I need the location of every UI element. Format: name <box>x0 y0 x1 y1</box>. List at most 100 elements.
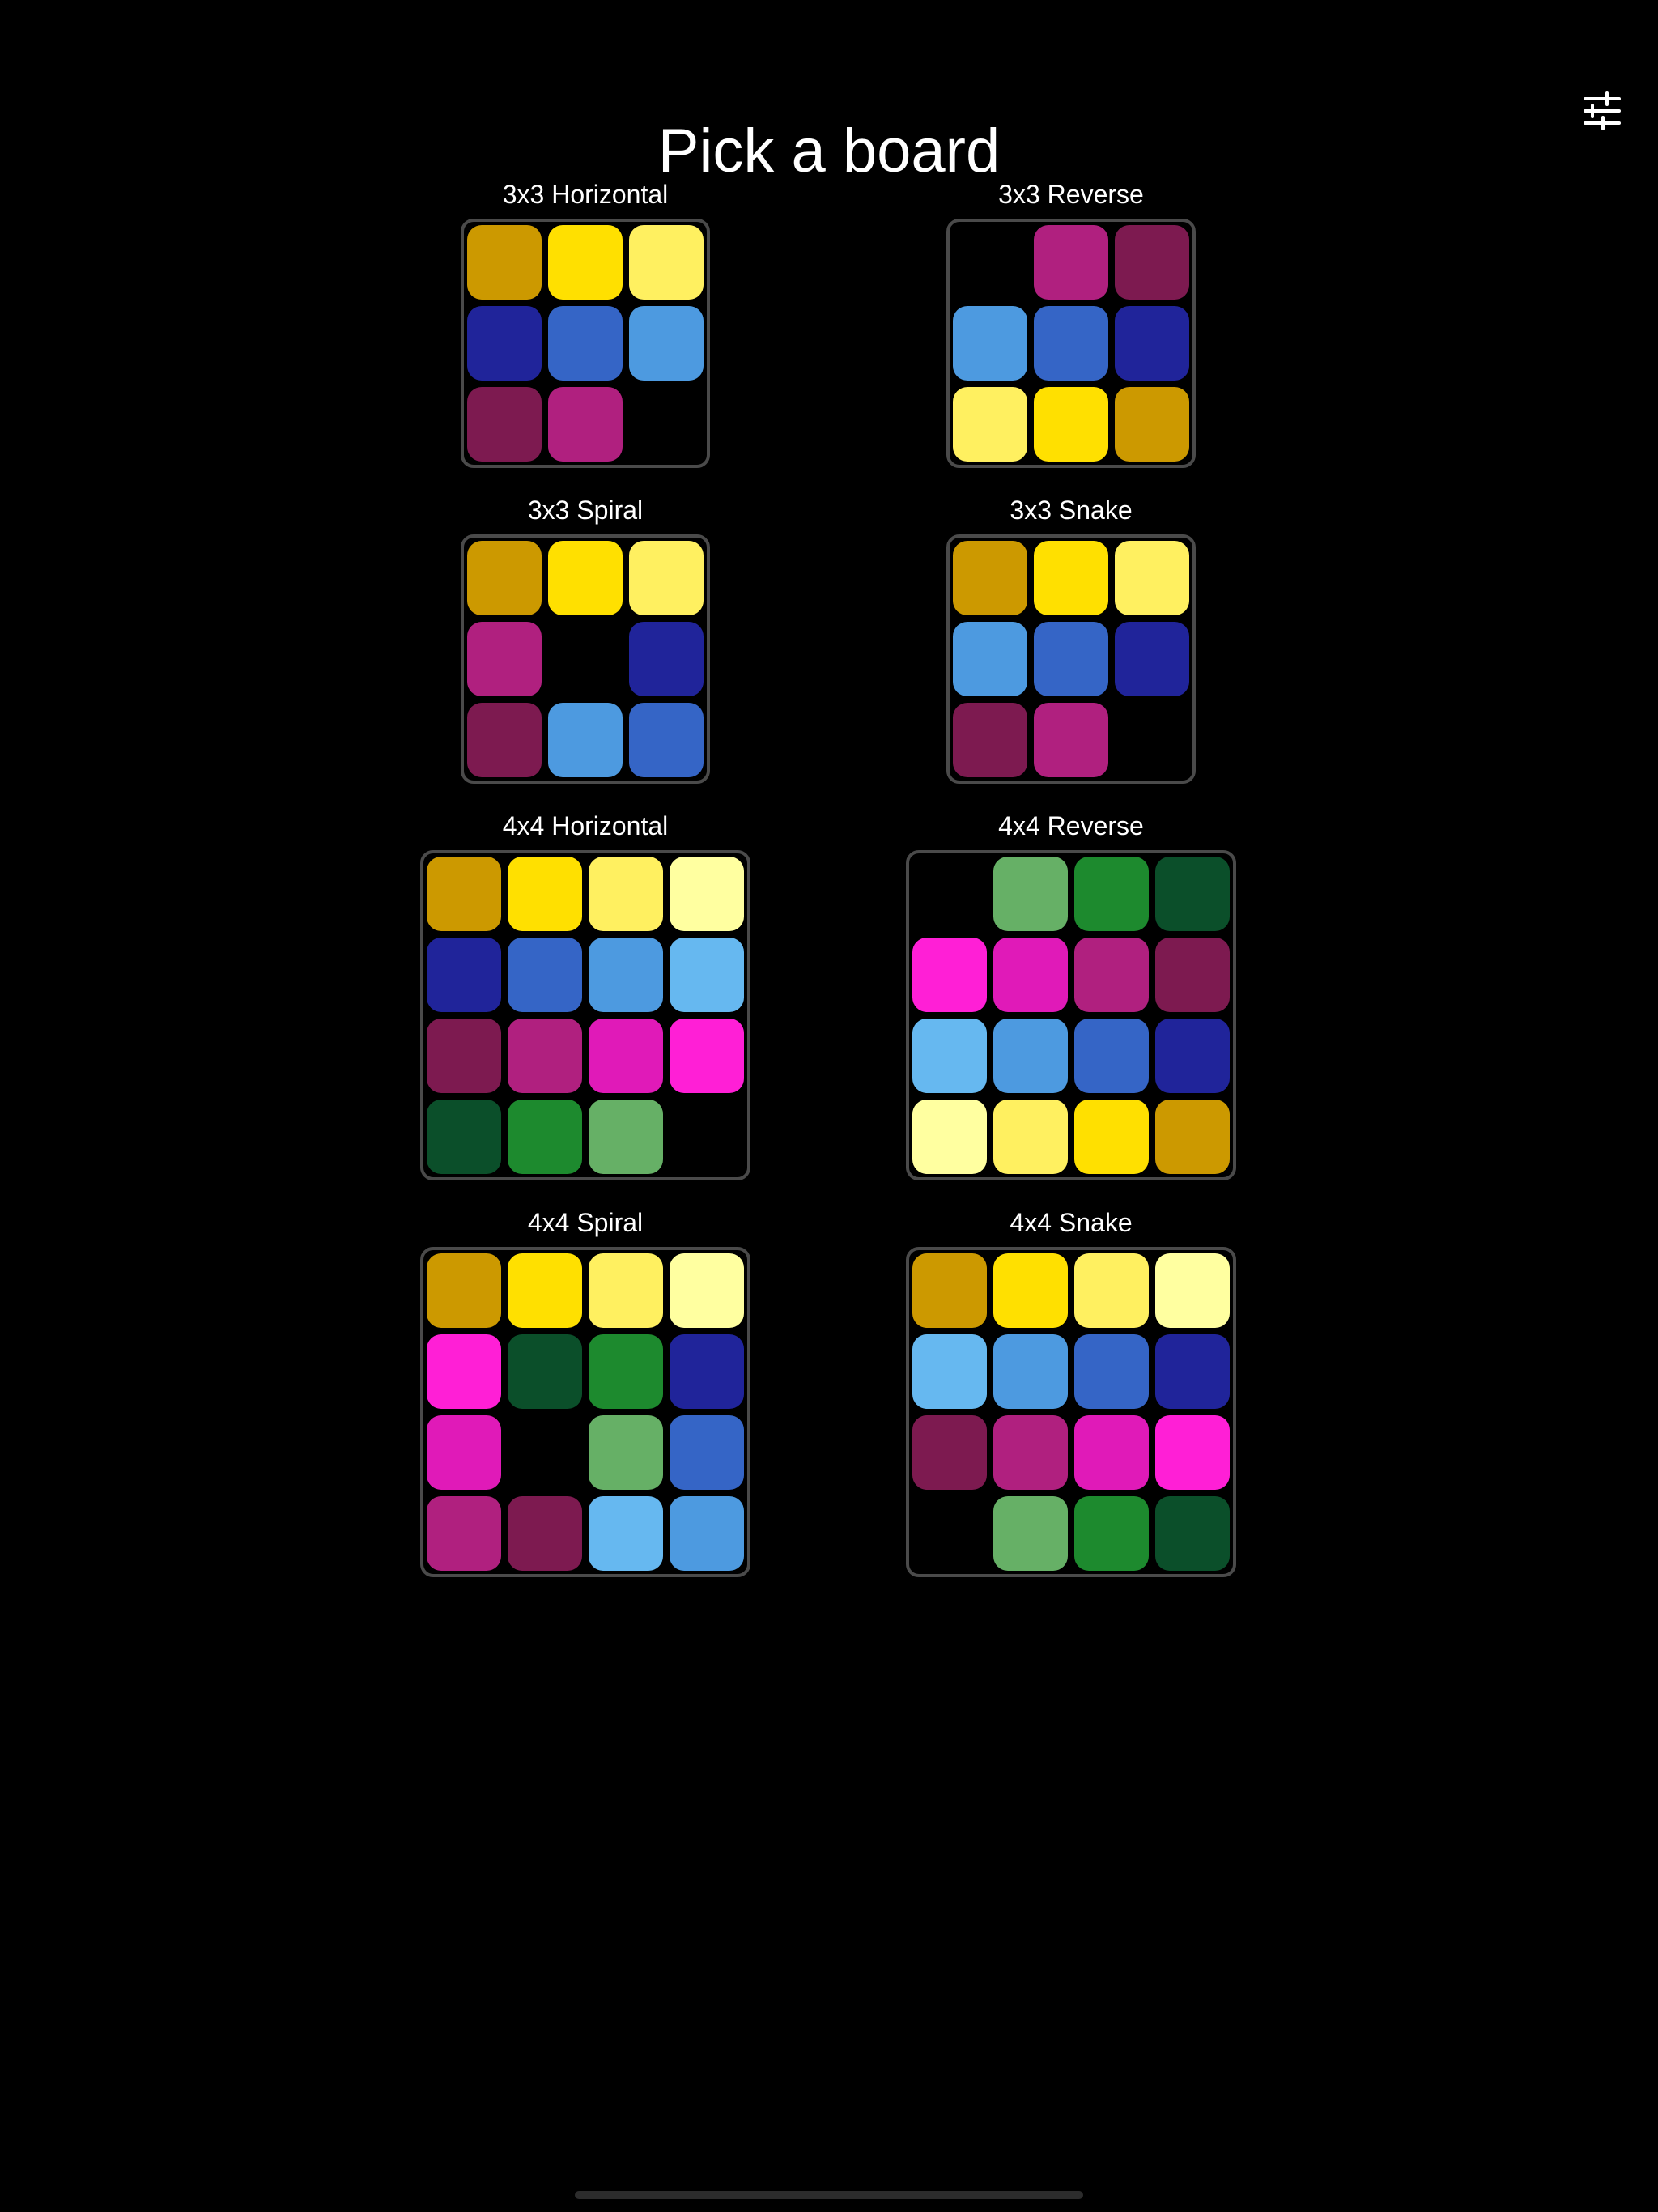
tile <box>1034 225 1108 300</box>
board-card-3x3-horizontal[interactable]: 3x3 Horizontal <box>461 178 710 468</box>
tile <box>508 1496 582 1571</box>
board-label: 4x4 Spiral <box>527 1208 644 1237</box>
tile <box>1155 1334 1230 1409</box>
tile <box>912 1019 987 1093</box>
tile <box>670 1334 744 1409</box>
tile <box>467 225 542 300</box>
tile <box>670 1253 744 1328</box>
tile <box>953 387 1027 462</box>
tile <box>670 857 744 931</box>
tile <box>548 541 623 615</box>
tile <box>953 541 1027 615</box>
tile <box>1115 225 1189 300</box>
board-label: 3x3 Snake <box>1010 496 1133 525</box>
board-label: 4x4 Snake <box>1010 1208 1133 1237</box>
tile <box>993 1253 1068 1328</box>
tile <box>508 1019 582 1093</box>
tile <box>629 306 704 381</box>
board-card-4x4-reverse[interactable]: 4x4 Reverse <box>906 810 1236 1180</box>
tile <box>993 1100 1068 1174</box>
tile <box>548 225 623 300</box>
board-preview <box>420 1247 750 1577</box>
tile <box>427 938 501 1012</box>
tile <box>670 1496 744 1571</box>
tile <box>467 387 542 462</box>
tile <box>993 1415 1068 1490</box>
tile <box>1074 1496 1149 1571</box>
tile <box>1155 1019 1230 1093</box>
tile <box>1074 938 1149 1012</box>
tile <box>912 1334 987 1409</box>
tile <box>589 857 663 931</box>
tile <box>912 1253 987 1328</box>
board-preview <box>461 534 710 784</box>
tile <box>589 1415 663 1490</box>
tile <box>1074 1019 1149 1093</box>
tile <box>427 1496 501 1571</box>
board-card-4x4-snake[interactable]: 4x4 Snake <box>906 1206 1236 1577</box>
board-preview <box>906 1247 1236 1577</box>
tile <box>1034 387 1108 462</box>
tile <box>629 225 704 300</box>
tile <box>589 1496 663 1571</box>
tile <box>993 938 1068 1012</box>
tile <box>912 1415 987 1490</box>
tile <box>508 938 582 1012</box>
tile <box>589 1019 663 1093</box>
tile <box>993 1019 1068 1093</box>
tile <box>1074 857 1149 931</box>
settings-button[interactable] <box>1580 89 1624 133</box>
tile <box>589 938 663 1012</box>
board-card-4x4-spiral[interactable]: 4x4 Spiral <box>420 1206 750 1577</box>
tile <box>1155 1496 1230 1571</box>
tile <box>1155 1415 1230 1490</box>
tile <box>629 622 704 696</box>
tile <box>953 306 1027 381</box>
tile <box>1074 1100 1149 1174</box>
tile <box>467 306 542 381</box>
tile <box>1034 541 1108 615</box>
board-card-3x3-reverse[interactable]: 3x3 Reverse <box>946 178 1196 468</box>
tile <box>427 1253 501 1328</box>
board-card-4x4-horizontal[interactable]: 4x4 Horizontal <box>420 810 750 1180</box>
tile <box>508 1100 582 1174</box>
tile <box>589 1100 663 1174</box>
page-title: Pick a board <box>657 116 1001 185</box>
tile <box>1115 622 1189 696</box>
tile <box>427 1019 501 1093</box>
tile <box>467 622 542 696</box>
board-card-3x3-spiral[interactable]: 3x3 Spiral <box>461 494 710 784</box>
board-preview <box>946 534 1196 784</box>
board-preview <box>420 850 750 1180</box>
tile <box>1034 306 1108 381</box>
tile <box>629 703 704 777</box>
tile <box>993 1334 1068 1409</box>
tile <box>548 387 623 462</box>
board-card-3x3-snake[interactable]: 3x3 Snake <box>946 494 1196 784</box>
tile <box>1034 622 1108 696</box>
tile <box>508 1334 582 1409</box>
tile <box>670 938 744 1012</box>
tile <box>508 1253 582 1328</box>
board-label: 3x3 Spiral <box>527 496 644 525</box>
tile <box>427 1100 501 1174</box>
board-preview <box>461 219 710 468</box>
tile <box>589 1253 663 1328</box>
tile <box>1034 703 1108 777</box>
tile <box>427 857 501 931</box>
board-preview <box>906 850 1236 1180</box>
tile <box>467 541 542 615</box>
tile <box>467 703 542 777</box>
tile <box>427 1415 501 1490</box>
tile <box>953 703 1027 777</box>
tile <box>548 306 623 381</box>
board-label: 3x3 Reverse <box>998 180 1144 209</box>
tile <box>1074 1334 1149 1409</box>
board-label: 3x3 Horizontal <box>502 180 669 209</box>
tile <box>1115 387 1189 462</box>
tile <box>1155 938 1230 1012</box>
tile <box>912 938 987 1012</box>
board-preview <box>946 219 1196 468</box>
tile <box>508 857 582 931</box>
tile <box>993 857 1068 931</box>
